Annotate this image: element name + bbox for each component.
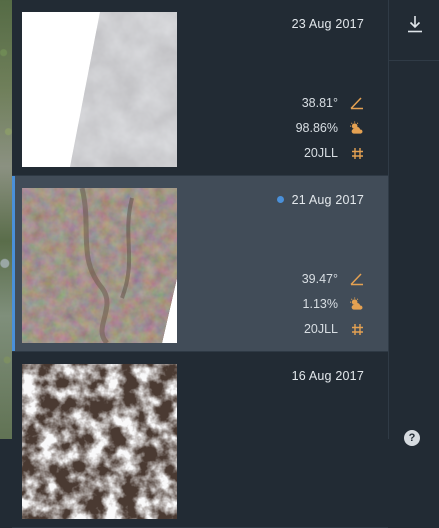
download-button[interactable] [389, 14, 439, 61]
scene-thumbnail[interactable] [22, 12, 177, 167]
tile-row: 20JLL [304, 144, 364, 162]
scene-card-selected[interactable]: 21 Aug 2017 39.47° 1.13% 20JLL [12, 176, 388, 352]
download-icon [407, 16, 422, 33]
angle-icon [350, 96, 364, 110]
hash-icon [350, 146, 364, 160]
hash-icon [350, 322, 364, 336]
tile-id-value: 20JLL [303, 322, 338, 336]
cloud-cover-value: 98.86% [295, 121, 338, 135]
scene-date: 16 Aug 2017 [291, 369, 364, 383]
sun-elevation-value: 38.81° [301, 96, 338, 110]
cloud-cover-row: 1.13% [303, 295, 364, 313]
help-icon[interactable]: ? [404, 430, 420, 446]
map-background[interactable] [0, 0, 12, 439]
sun-elevation-value: 39.47° [301, 272, 338, 286]
cloud-cover-row: 98.86% [296, 119, 364, 137]
cloud-cover-value: 1.13% [302, 297, 338, 311]
selected-indicator-dot [276, 196, 284, 203]
sun-elevation-row: 39.47° [302, 270, 364, 288]
tile-row: 20JLL [304, 320, 364, 338]
scene-date-text: 21 Aug 2017 [291, 193, 364, 207]
scene-thumbnail[interactable] [22, 188, 177, 343]
sun-cloud-icon [350, 121, 364, 135]
angle-icon [350, 272, 364, 286]
tile-id-value: 20JLL [303, 146, 338, 160]
scene-thumbnail[interactable] [22, 364, 177, 519]
sun-cloud-icon [350, 297, 364, 311]
scene-card[interactable]: 23 Aug 2017 38.81° 98.86% 20JLL [12, 0, 388, 176]
scene-date: 23 Aug 2017 [291, 17, 364, 31]
scene-card[interactable]: 16 Aug 2017 [12, 352, 388, 528]
right-toolbar: ? [388, 0, 439, 446]
scene-list: 23 Aug 2017 38.81° 98.86% 20JLL 21 Aug 2… [12, 0, 388, 528]
sun-elevation-row: 38.81° [302, 94, 364, 112]
scene-date: 21 Aug 2017 [276, 193, 364, 207]
